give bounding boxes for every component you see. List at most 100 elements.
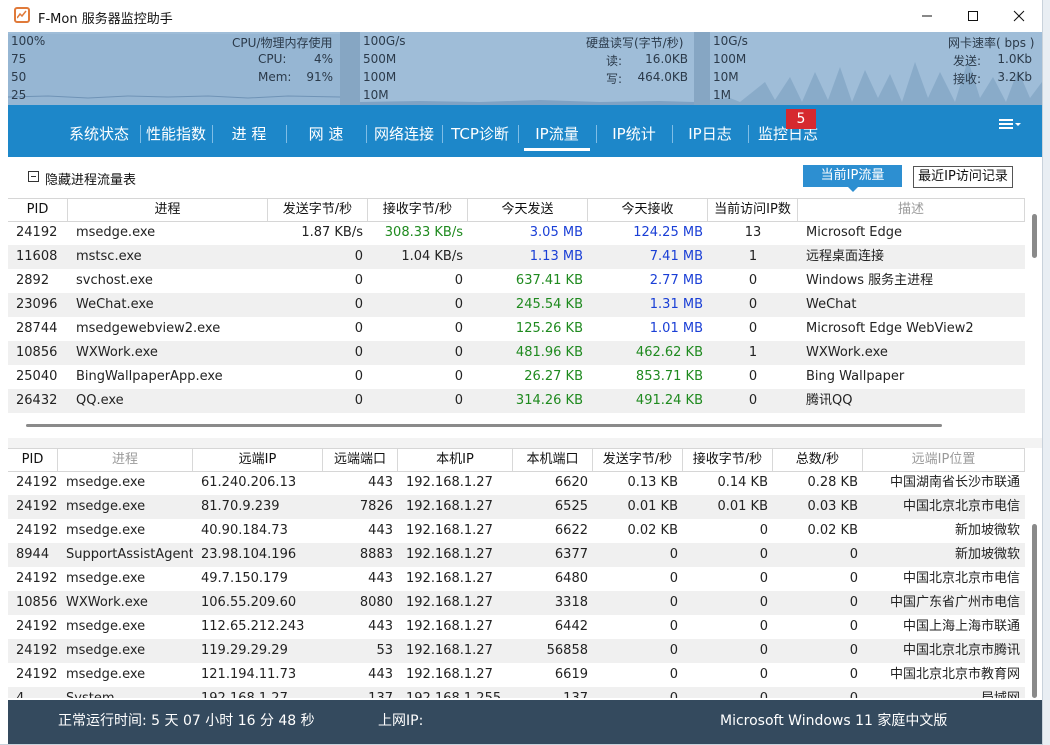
mem-value: 91%	[306, 70, 333, 84]
col-recv-rate[interactable]: 接收字节/秒	[683, 449, 773, 471]
table-row[interactable]: 11608 mstsc.exe 0 1.04 KB/s 1.13 MB 7.41 MB 1 远…	[8, 245, 1025, 269]
uptime-text: 正常运行时间: 5 天 07 小时 16 分 48 秒	[58, 713, 315, 729]
col-local-port[interactable]: 本机端口	[513, 449, 593, 471]
cell-today-recv: 853.71 KB	[635, 369, 703, 384]
table-row[interactable]: 10856 WXWork.exe 106.55.209.60 8080 192.168.…	[8, 591, 1025, 615]
recent-ip-records-button[interactable]: 最近IP访问记录	[913, 166, 1013, 188]
cell-process: msedge.exe	[76, 225, 156, 240]
table-row[interactable]: 24192 msedge.exe 81.70.9.239 7826 192.168.1.…	[8, 495, 1025, 519]
cell-send-rate: 1.87 KB/s	[301, 225, 363, 240]
col-pid[interactable]: PID	[8, 199, 68, 221]
cell-total-rate: 0	[849, 643, 858, 658]
col-remote-location[interactable]: 远端IP位置	[863, 449, 1025, 471]
current-ip-traffic-button[interactable]: 当前IP流量	[803, 165, 902, 187]
cell-process: msedge.exe	[66, 643, 146, 658]
cell-ip-count: 1	[748, 249, 758, 264]
cell-remote-ip: 106.55.209.60	[201, 595, 297, 610]
table-row[interactable]: 23096 WeChat.exe 0 0 245.54 KB 1.31 MB 0 WeChat	[8, 293, 1025, 317]
tab-network-connections[interactable]: 网络连接	[366, 123, 442, 143]
hide-table-toggle[interactable]	[28, 171, 39, 182]
col-ip-count[interactable]: 当前访问IP数	[708, 199, 798, 221]
cell-total-rate: 0	[773, 687, 863, 698]
cell-remote-location: 中国北京北京市教育网	[889, 667, 1020, 682]
col-local-ip[interactable]: 本机IP	[398, 449, 513, 471]
cell-local-port: 6377	[554, 547, 588, 562]
col-remote-port[interactable]: 远端端口	[323, 449, 398, 471]
disk-scale-100m: 100M	[363, 70, 397, 84]
col-recv-rate[interactable]: 接收字节/秒	[368, 199, 468, 221]
table-row[interactable]: 4System192.168.1.27137192.168.1.25513700…	[8, 687, 1025, 698]
cell-description: WeChat	[806, 297, 857, 312]
col-today-sent[interactable]: 今天发送	[468, 199, 588, 221]
process-table-vscrollbar[interactable]	[1032, 214, 1037, 258]
table-row[interactable]: 24192 msedge.exe 61.240.206.13 443 192.168.1…	[8, 471, 1025, 495]
table-row[interactable]: 24192 msedge.exe 119.29.29.29 53 192.168.1.2…	[8, 639, 1025, 663]
tab-process[interactable]: 进 程	[212, 123, 286, 143]
col-pid[interactable]: PID	[8, 449, 58, 471]
col-today-recv[interactable]: 今天接收	[588, 199, 708, 221]
cell-today-sent: 637.41 KB	[515, 273, 583, 288]
cell-total-rate: 0	[849, 571, 858, 586]
col-process[interactable]: 进程	[68, 199, 268, 221]
table-row[interactable]: 24192 msedge.exe 40.90.184.73 443 192.168.1.…	[8, 519, 1025, 543]
col-remote-ip[interactable]: 远端IP	[193, 449, 323, 471]
conn-table-header: PID 进程 远端IP 远端端口 本机IP 本机端口 发送字节/秒 接收字节/秒…	[8, 448, 1025, 472]
cell-pid: 24192	[16, 571, 58, 586]
table-row[interactable]: 25040 BingWallpaperApp.exe 0 0 26.27 KB 853.7…	[8, 365, 1025, 389]
cell-pid: 23096	[16, 297, 58, 312]
tab-network-speed[interactable]: 网 速	[286, 123, 366, 143]
tab-ip-traffic[interactable]: IP流量	[524, 123, 590, 143]
table-row[interactable]: 26432 QQ.exe 0 0 314.26 KB 491.24 KB 0 腾讯QQ	[8, 389, 1025, 413]
cell-local-port: 6480	[554, 571, 588, 586]
cell-recv-rate: 0	[454, 321, 463, 336]
cell-description: 远程桌面连接	[806, 249, 885, 264]
cell-today-sent: 1.13 MB	[529, 249, 583, 264]
cell-local-ip: 192.168.1.27	[406, 523, 493, 538]
table-row[interactable]: 24192 msedge.exe 121.194.11.73 443 192.168.1…	[8, 663, 1025, 687]
table-splitter[interactable]	[8, 438, 1042, 448]
cell-process: WeChat.exe	[76, 297, 154, 312]
col-process[interactable]: 进程	[58, 449, 193, 471]
table-row[interactable]: 24192 msedge.exe 49.7.150.179 443 192.168.1.…	[8, 567, 1025, 591]
menu-icon[interactable]	[998, 116, 1022, 132]
cell-local-ip: 192.168.1.27	[406, 499, 493, 514]
col-send-rate[interactable]: 发送字节/秒	[268, 199, 368, 221]
cell-process: msedge.exe	[66, 667, 146, 682]
cell-local-port: 6622	[554, 523, 588, 538]
col-total-rate[interactable]: 总数/秒	[773, 449, 863, 471]
tab-system-status[interactable]: 系统状态	[60, 123, 138, 143]
tab-tcp-diagnosis[interactable]: TCP诊断	[442, 123, 518, 143]
table-row[interactable]: 24192 msedge.exe 1.87 KB/s 308.33 KB/s 3.05 …	[8, 221, 1025, 245]
cell-remote-location: 中国湖南省长沙市联通	[889, 475, 1020, 490]
minimize-button[interactable]	[904, 0, 950, 32]
table-row[interactable]: 28744 msedgewebview2.exe 0 0 125.26 KB 1.01 M…	[8, 317, 1025, 341]
table-row[interactable]: 10856 WXWork.exe 0 0 481.96 KB 462.62 KB 1 WXWo…	[8, 341, 1025, 365]
hide-table-label[interactable]: 隐藏进程流量表	[45, 169, 136, 188]
cell-pid: 24192	[16, 667, 58, 682]
conn-table-vscrollbar[interactable]	[1032, 524, 1037, 698]
cell-send-rate: 0	[354, 297, 363, 312]
cell-recv-rate: 0	[759, 643, 768, 658]
cell-send-rate: 0	[354, 249, 363, 264]
tab-performance[interactable]: 性能指数	[140, 123, 212, 143]
table-row[interactable]: 24192 msedge.exe 112.65.212.243 443 192.168.…	[8, 615, 1025, 639]
cell-local-port: 137	[513, 687, 593, 698]
cell-today-sent: 125.26 KB	[515, 321, 583, 336]
process-table-hscrollbar[interactable]	[26, 424, 942, 427]
maximize-button[interactable]	[950, 0, 996, 32]
cell-description: Microsoft Edge WebView2	[806, 321, 974, 336]
tab-ip-log[interactable]: IP日志	[672, 123, 748, 143]
cell-remote-port: 443	[368, 619, 393, 634]
net-panel-title: 网卡速率( bps )	[948, 36, 1035, 50]
cpu-panel-title: CPU/物理内存使用	[232, 36, 333, 50]
col-description[interactable]: 描述	[798, 199, 1025, 221]
col-send-rate[interactable]: 发送字节/秒	[593, 449, 683, 471]
close-button[interactable]	[996, 0, 1042, 32]
cell-recv-rate: 0.01 KB	[717, 499, 768, 514]
cell-recv-rate: 0	[683, 687, 773, 698]
table-row[interactable]: 8944 SupportAssistAgent.exe 23.98.104.196 8…	[8, 543, 1025, 567]
cell-process: WXWork.exe	[76, 345, 158, 360]
tab-ip-statistics[interactable]: IP统计	[596, 123, 672, 143]
table-row[interactable]: 2892 svchost.exe 0 0 637.41 KB 2.77 MB 0 Window…	[8, 269, 1025, 293]
net-scale-100m: 100M	[713, 52, 747, 66]
